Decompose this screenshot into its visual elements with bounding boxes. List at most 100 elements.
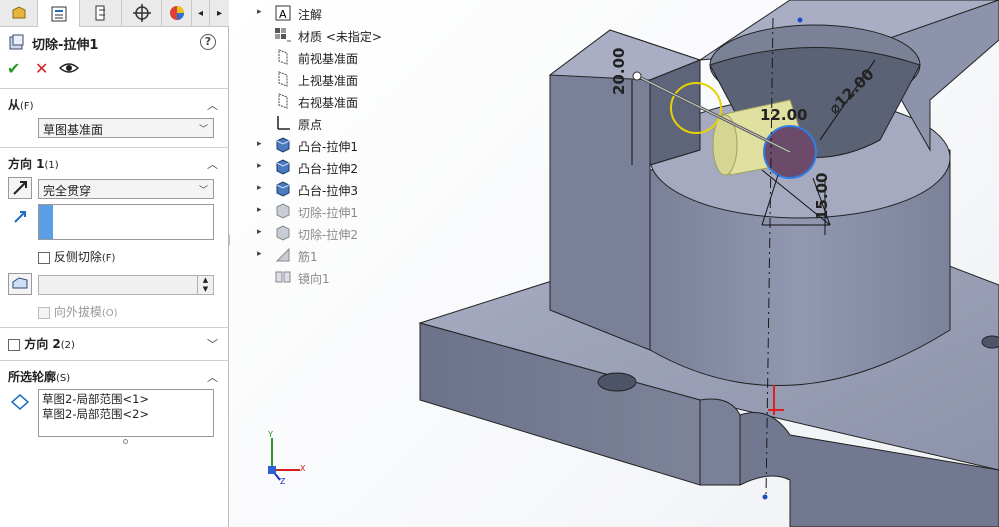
dimension-20[interactable]: 20.00	[610, 48, 628, 95]
mount-hole	[981, 335, 999, 349]
from-header-label: 从	[8, 98, 21, 112]
triad-z-label: Z	[280, 477, 286, 485]
flip-side-label: 反侧切除	[53, 250, 102, 264]
direction1-header-label: 方向 1	[8, 157, 45, 171]
direction2-check[interactable]	[8, 338, 20, 351]
boss-extrude-icon	[274, 136, 292, 154]
sketch-point	[632, 71, 642, 81]
dimension-15[interactable]: 15.00	[813, 173, 831, 220]
selected-contours-header[interactable]: 所选轮廓(S)	[8, 368, 70, 385]
direction2-header-label: 方向 2	[24, 337, 61, 351]
material-icon	[274, 26, 292, 44]
direction-vector-icon	[12, 209, 28, 225]
chevron-down-icon: ﹀	[198, 125, 208, 135]
selection-active-indicator	[39, 205, 53, 239]
svg-text:A: A	[279, 8, 287, 21]
draft-icon	[12, 277, 28, 289]
view-triad[interactable]: Y X Z	[260, 430, 310, 485]
direction-selection-box[interactable]	[38, 204, 214, 240]
chevron-up-icon[interactable]: ︿	[207, 97, 218, 113]
expand-arrow-icon[interactable]: ▸	[257, 183, 262, 193]
tree-item-label: 切除-拉伸2	[298, 228, 358, 242]
tree-item-label: 原点	[298, 118, 323, 132]
tree-item-label: 上视基准面	[298, 74, 359, 88]
crosshair-icon	[132, 4, 151, 22]
end-condition-value: 完全贯穿	[43, 184, 92, 198]
expand-arrow-icon[interactable]: ▸	[257, 205, 262, 215]
feature-manager-icon	[12, 6, 25, 19]
draft-outward-check[interactable]	[38, 306, 50, 319]
direction1-shortcut: (1)	[44, 160, 59, 171]
tree-item-label: 凸台-拉伸1	[298, 140, 358, 154]
tree-item-label: 凸台-拉伸3	[298, 184, 358, 198]
property-manager-icon	[51, 6, 66, 21]
plane-icon	[274, 92, 292, 110]
reverse-direction-button[interactable]	[8, 177, 32, 199]
boss-extrude-icon	[274, 158, 292, 176]
help-icon[interactable]: ?	[200, 34, 216, 50]
plane-icon	[274, 70, 292, 88]
annotations-icon: A	[274, 4, 292, 22]
tree-item-label: 筋1	[298, 250, 318, 264]
panel-title: 切除-拉伸1	[32, 38, 99, 53]
direction2-section-header[interactable]: 方向 2(2)	[8, 335, 75, 352]
tab-scroll-left[interactable]: ◂	[192, 0, 210, 26]
preview-eye-icon[interactable]	[58, 61, 80, 75]
contour-icon	[10, 393, 30, 411]
draft-angle-input[interactable]: ▲ ▼	[38, 275, 214, 295]
sketch-point	[762, 494, 768, 500]
end-condition-select[interactable]: 完全贯穿 ﹀	[38, 179, 214, 199]
chevron-down-icon[interactable]: ﹀	[207, 336, 218, 352]
property-manager-panel: ◂ ▸ 切除-拉伸1 ? ✔ ✕ 从(F) ︿ 草图基准面 ﹀ 方向 1(1) ︿…	[0, 0, 229, 527]
expand-arrow-icon[interactable]: ▸	[257, 139, 262, 149]
tab-config-manager[interactable]	[80, 0, 122, 26]
tree-item-label: 注解	[298, 8, 323, 22]
tree-item-label: 前视基准面	[298, 52, 359, 66]
chevron-up-icon[interactable]: ︿	[207, 156, 218, 172]
expand-arrow-icon[interactable]: ▸	[257, 227, 262, 237]
draft-outward-label: 向外拔模	[53, 305, 102, 319]
tab-scroll-right[interactable]: ▸	[210, 0, 229, 26]
contour-item[interactable]: 草图2-局部范围<1>	[42, 392, 210, 407]
expand-arrow-icon[interactable]: ▸	[257, 161, 262, 171]
sketch-point	[797, 17, 803, 23]
draft-outward-checkbox[interactable]: 向外拔模(O)	[38, 303, 118, 320]
tab-feature-manager[interactable]	[0, 0, 38, 26]
mount-hole	[597, 372, 637, 392]
from-section-header[interactable]: 从(F)	[8, 96, 34, 113]
chevron-up-icon[interactable]: ︿	[207, 369, 218, 385]
flip-side-check[interactable]	[38, 251, 50, 264]
selected-contours-list[interactable]: 草图2-局部范围<1> 草图2-局部范围<2>	[38, 389, 214, 437]
tab-dim-expert[interactable]	[122, 0, 162, 26]
cancel-button[interactable]: ✕	[35, 59, 48, 78]
cut-extrude-icon	[274, 224, 292, 242]
chevron-down-icon: ﹀	[198, 186, 208, 196]
direction1-section-header[interactable]: 方向 1(1)	[8, 155, 59, 172]
selected-contours-shortcut: (S)	[56, 373, 71, 384]
dimension-12[interactable]: 12.00	[760, 106, 807, 124]
tree-item-label: 右视基准面	[298, 96, 359, 110]
expand-arrow-icon[interactable]: ▸	[257, 249, 262, 259]
contour-item[interactable]: 草图2-局部范围<2>	[42, 407, 210, 422]
draft-toggle-button[interactable]	[8, 273, 32, 295]
rib-icon	[274, 246, 292, 264]
selected-contours-label: 所选轮廓	[8, 370, 57, 384]
ok-button[interactable]: ✔	[7, 59, 20, 78]
tree-item-label: 凸台-拉伸2	[298, 162, 358, 176]
tab-property-manager[interactable]	[38, 0, 80, 27]
config-manager-icon	[95, 5, 105, 21]
resize-grip[interactable]	[123, 439, 128, 444]
triad-x-label: X	[300, 464, 306, 473]
from-select[interactable]: 草图基准面 ﹀	[38, 118, 214, 138]
tree-item-label: 切除-拉伸1	[298, 206, 358, 220]
manager-tabs: ◂ ▸	[0, 0, 229, 27]
triad-y-label: Y	[267, 430, 273, 439]
direction2-shortcut: (2)	[60, 340, 75, 351]
from-shortcut: (F)	[20, 101, 34, 112]
draft-spinner[interactable]: ▲ ▼	[197, 276, 213, 294]
tab-appearance[interactable]	[162, 0, 192, 26]
flip-side-checkbox[interactable]: 反侧切除(F)	[38, 248, 115, 265]
expand-arrow-icon[interactable]: ▸	[257, 7, 262, 17]
graphics-area[interactable]: 20.00 12.00 ⌀12.00 15.00 ▸ A 注解 材质 <未指定> 前视基…	[230, 0, 999, 527]
tree-item-label: 材质 <未指定>	[298, 30, 382, 44]
